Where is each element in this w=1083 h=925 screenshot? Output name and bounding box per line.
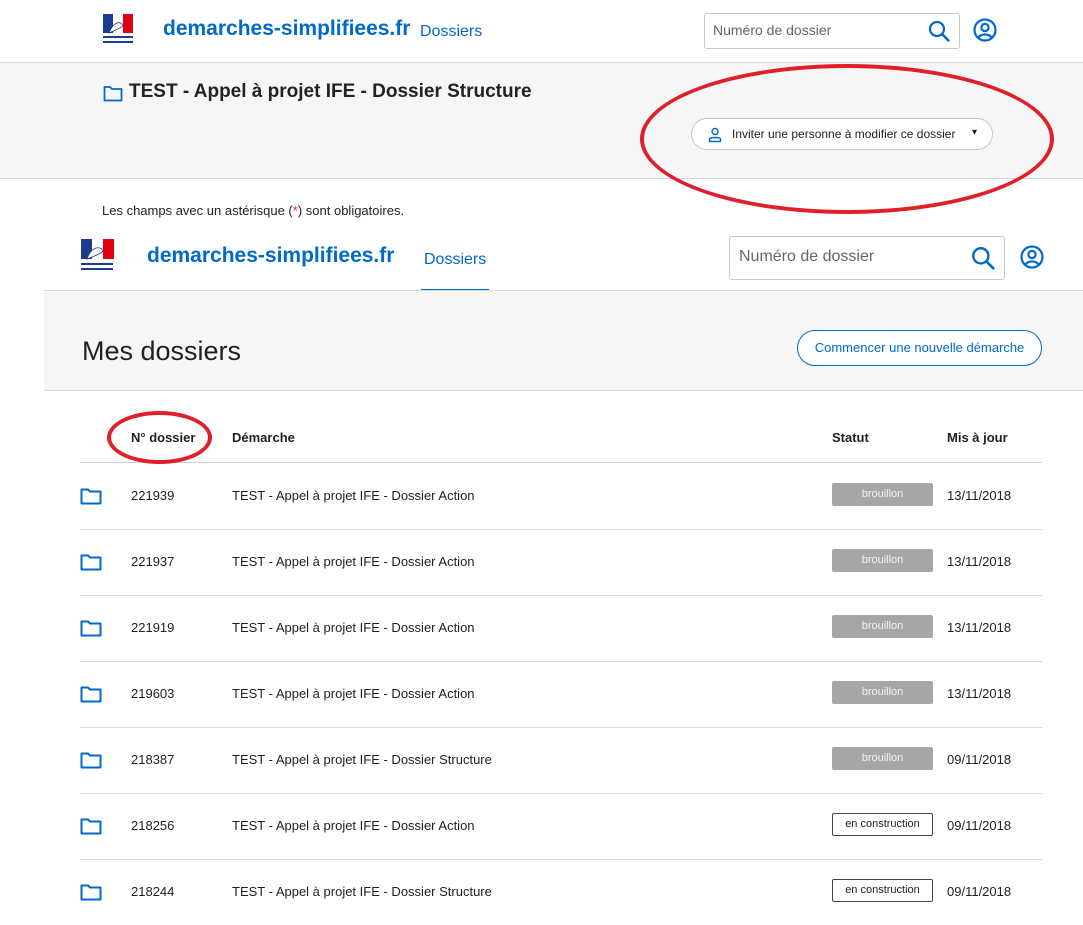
updated-date: 09/11/2018 [947, 752, 1012, 767]
user-icon [708, 127, 722, 143]
status-badge: en construction [832, 813, 933, 836]
col-header-maj[interactable]: Mis à jour [947, 430, 1008, 445]
nav-dossiers[interactable]: Dossiers [420, 23, 482, 41]
folder-icon [80, 884, 102, 901]
updated-date: 13/11/2018 [947, 686, 1012, 701]
updated-date: 13/11/2018 [947, 488, 1012, 503]
dossier-title: TEST - Appel à projet IFE - Dossier Stru… [129, 81, 532, 102]
demarche-name[interactable]: TEST - Appel à projet IFE - Dossier Acti… [232, 554, 475, 569]
demarche-name[interactable]: TEST - Appel à projet IFE - Dossier Stru… [232, 884, 492, 899]
table-row[interactable]: 218387 TEST - Appel à projet IFE - Dossi… [80, 727, 1042, 794]
demarche-name[interactable]: TEST - Appel à projet IFE - Dossier Acti… [232, 620, 475, 635]
table-row[interactable]: 221919 TEST - Appel à projet IFE - Dossi… [80, 595, 1042, 662]
marianne-logo[interactable] [101, 14, 155, 46]
invite-label: Inviter une personne à modifier ce dossi… [732, 127, 956, 141]
caret-down-icon: ▾ [972, 127, 978, 138]
search-box [704, 13, 960, 49]
marianne-logo[interactable] [79, 239, 135, 273]
dossier-number[interactable]: 218387 [131, 752, 174, 767]
brand-name[interactable]: demarches-simplifiees.fr [147, 244, 394, 268]
mandatory-note-text-end: ) sont obligatoires. [297, 203, 405, 218]
status-badge: brouillon [832, 549, 933, 572]
demarche-name[interactable]: TEST - Appel à projet IFE - Dossier Acti… [232, 686, 475, 701]
folder-icon [80, 554, 102, 571]
mandatory-note-text: Les champs avec un astérisque ( [102, 203, 293, 218]
search-box [729, 236, 1005, 280]
table-row[interactable]: 218256 TEST - Appel à projet IFE - Dossi… [80, 793, 1042, 860]
col-header-statut[interactable]: Statut [832, 430, 869, 445]
updated-date: 09/11/2018 [947, 818, 1012, 833]
user-icon[interactable] [1019, 244, 1045, 270]
demarche-name[interactable]: TEST - Appel à projet IFE - Dossier Acti… [232, 818, 475, 833]
dossier-number[interactable]: 221919 [131, 620, 174, 635]
status-badge: brouillon [832, 681, 933, 704]
status-badge: brouillon [832, 483, 933, 506]
status-badge: brouillon [832, 747, 933, 770]
status-badge: en construction [832, 879, 933, 902]
search-icon[interactable] [927, 19, 951, 43]
nav-dossiers[interactable]: Dossiers [424, 251, 486, 269]
folder-icon [80, 620, 102, 637]
col-header-num[interactable]: N° dossier [131, 430, 195, 445]
table-row[interactable]: 221939 TEST - Appel à projet IFE - Dossi… [80, 463, 1042, 530]
table-row[interactable]: 219603 TEST - Appel à projet IFE - Dossi… [80, 661, 1042, 728]
brand-name[interactable]: demarches-simplifiees.fr [163, 17, 410, 41]
dossier-number[interactable]: 218256 [131, 818, 174, 833]
col-header-demarche[interactable]: Démarche [232, 430, 295, 445]
invite-button[interactable]: Inviter une personne à modifier ce dossi… [691, 118, 993, 150]
page-title: Mes dossiers [82, 336, 242, 366]
dossier-number[interactable]: 219603 [131, 686, 174, 701]
table-row[interactable]: 221937 TEST - Appel à projet IFE - Dossi… [80, 529, 1042, 596]
search-input[interactable] [705, 14, 913, 46]
updated-date: 09/11/2018 [947, 884, 1012, 899]
search-input[interactable] [730, 237, 959, 277]
new-demarche-button[interactable]: Commencer une nouvelle démarche [797, 330, 1042, 366]
mandatory-fields-note: Les champs avec un astérisque (*) sont o… [102, 203, 404, 218]
user-icon[interactable] [972, 17, 998, 43]
dossier-number[interactable]: 218244 [131, 884, 174, 899]
table-row[interactable]: 218244 TEST - Appel à projet IFE - Dossi… [80, 859, 1042, 925]
status-badge: brouillon [832, 615, 933, 638]
updated-date: 13/11/2018 [947, 620, 1012, 635]
dossier-number[interactable]: 221937 [131, 554, 174, 569]
updated-date: 13/11/2018 [947, 554, 1012, 569]
demarche-name[interactable]: TEST - Appel à projet IFE - Dossier Stru… [232, 752, 492, 767]
search-icon[interactable] [970, 245, 996, 271]
folder-icon [80, 686, 102, 703]
folder-icon [80, 818, 102, 835]
folder-icon [103, 86, 123, 102]
demarche-name[interactable]: TEST - Appel à projet IFE - Dossier Acti… [232, 488, 475, 503]
folder-icon [80, 752, 102, 769]
dossier-number[interactable]: 221939 [131, 488, 174, 503]
folder-icon [80, 488, 102, 505]
